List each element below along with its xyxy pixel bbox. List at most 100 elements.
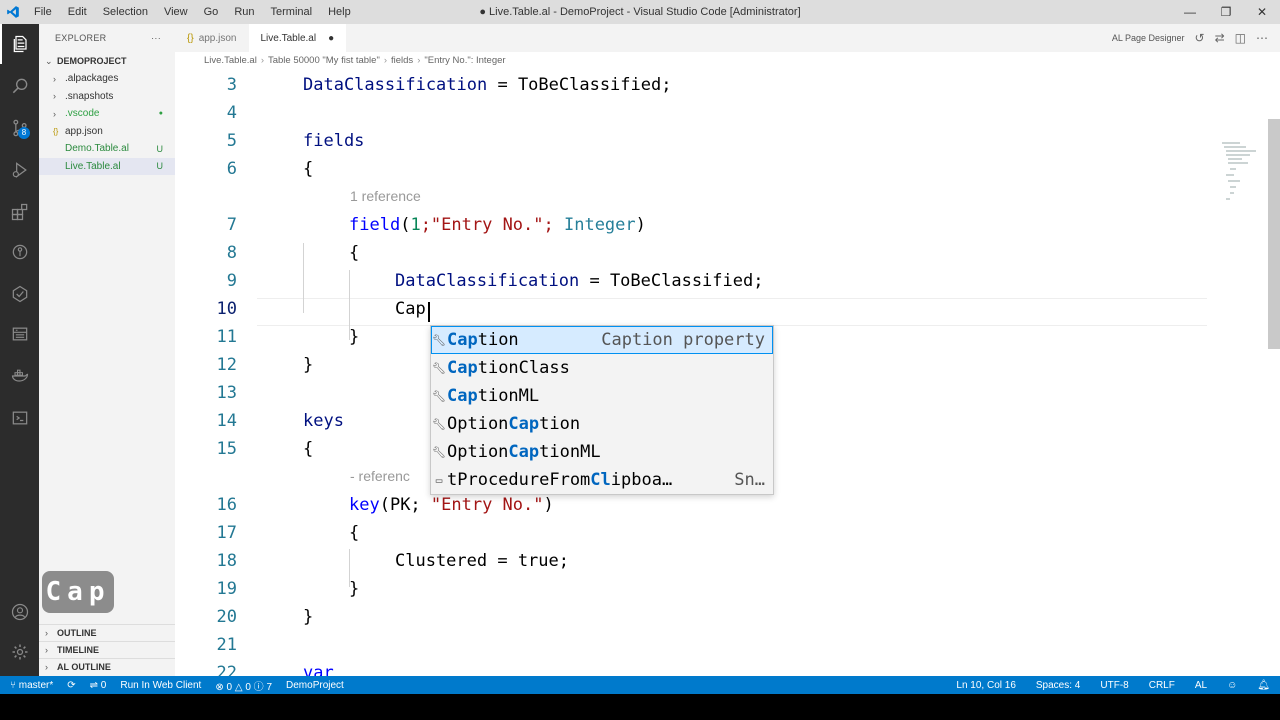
explorer-sidebar: EXPLORER ··· ⌄ DEMOPROJECT › .alpackages… [39, 24, 175, 676]
al-objects-icon[interactable] [0, 314, 39, 354]
more-actions-icon[interactable]: ··· [151, 33, 161, 43]
suggestion-item[interactable]: ▭ tProcedureFrom Cl ipboa… Sn… [431, 466, 773, 494]
menu-go[interactable]: Go [196, 0, 227, 24]
menu-run[interactable]: Run [226, 0, 262, 24]
title-bar: File Edit Selection View Go Run Terminal… [0, 0, 1280, 24]
sync-icon[interactable]: ⟳ [67, 680, 75, 691]
line-number: 21 [216, 635, 237, 655]
suggestion-widget: 🔧︎ Cap tion Caption property 🔧︎ Cap tionCl… [430, 325, 774, 495]
suggestion-item[interactable]: 🔧︎ Option Cap tionML [431, 438, 773, 466]
ports-status[interactable]: ⇌ 0 [90, 680, 107, 691]
line-number: 7 [226, 215, 237, 235]
tree-item-live-table[interactable]: Live.Table.al U [39, 157, 175, 175]
keystroke-overlay: Cap [42, 571, 114, 613]
outline-section[interactable]: › OUTLINE [39, 624, 175, 641]
vertical-scrollbar[interactable] [1268, 119, 1280, 349]
chevron-right-icon: › [53, 73, 56, 84]
testing-icon[interactable] [0, 274, 39, 314]
code-line-12: } [303, 355, 314, 375]
suggestion-item[interactable]: 🔧︎ Cap tion Caption property [431, 326, 773, 354]
suggestion-item[interactable]: 🔧︎ Cap tionClass [431, 354, 773, 382]
codelens-reference[interactable]: - referenc [350, 468, 410, 484]
tab-bar: {} app.json Live.Table.al ● AL Page Desi… [175, 24, 1280, 52]
section-label: OUTLINE [57, 628, 97, 638]
tree-item-label: .alpackages [65, 73, 119, 85]
branch-status[interactable]: ⑂ master* [10, 680, 53, 691]
minimize-button[interactable]: — [1172, 0, 1208, 24]
account-icon[interactable] [0, 592, 39, 632]
run-debug-icon[interactable] [0, 150, 39, 190]
compare-changes-icon[interactable]: ⇄ [1215, 31, 1225, 45]
breadcrumb-fields[interactable]: fields [391, 55, 413, 66]
indentation[interactable]: Spaces: 4 [1036, 680, 1080, 691]
error-icon: ⊗ [215, 681, 224, 693]
unsaved-dot-icon[interactable]: ● [328, 33, 334, 44]
codelens-reference[interactable]: 1 reference [350, 188, 421, 204]
line-number: 8 [226, 243, 237, 263]
line-number: 22 [216, 663, 237, 676]
property-wrench-icon: 🔧︎ [432, 361, 446, 375]
tree-item-snapshots[interactable]: › .snapshots [39, 88, 175, 106]
menu-selection[interactable]: Selection [95, 0, 156, 24]
gitlens-icon[interactable] [0, 232, 39, 272]
line-ending[interactable]: CRLF [1149, 680, 1175, 691]
docker-icon[interactable] [0, 356, 39, 396]
indent-guide [303, 243, 304, 313]
source-control-icon[interactable]: 8 [0, 108, 39, 148]
cursor-position[interactable]: Ln 10, Col 16 [956, 680, 1016, 691]
chevron-right-icon: › [45, 645, 48, 655]
code-line-17: { [349, 523, 360, 543]
tree-item-demo-table[interactable]: Demo.Table.al U [39, 140, 175, 158]
menu-edit[interactable]: Edit [60, 0, 95, 24]
line-number: 19 [216, 579, 237, 599]
project-status[interactable]: DemoProject [286, 680, 344, 691]
history-icon[interactable]: ↺ [1195, 31, 1205, 45]
warning-icon: △ [234, 681, 243, 693]
feedback-icon[interactable]: ☺ [1227, 680, 1237, 691]
letterbox-bar [0, 694, 1280, 720]
al-page-designer-button[interactable]: AL Page Designer [1112, 33, 1185, 43]
timeline-section[interactable]: › TIMELINE [39, 641, 175, 658]
explorer-icon[interactable] [0, 24, 39, 64]
breadcrumb-file[interactable]: Live.Table.al [204, 55, 257, 66]
run-web-client-button[interactable]: Run In Web Client [120, 680, 201, 691]
al-outline-section[interactable]: › AL OUTLINE [39, 658, 175, 675]
line-number: 6 [226, 159, 237, 179]
close-button[interactable]: ✕ [1244, 0, 1280, 24]
menu-view[interactable]: View [156, 0, 196, 24]
code-line-3: DataClassification = ToBeClassified; [303, 75, 672, 95]
tree-item-vscode[interactable]: › .vscode ● [39, 105, 175, 123]
menu-terminal[interactable]: Terminal [263, 0, 321, 24]
line-number: 13 [216, 383, 237, 403]
code-line-15: { [303, 439, 314, 459]
tab-live-table[interactable]: Live.Table.al ● [248, 24, 347, 52]
encoding[interactable]: UTF-8 [1100, 680, 1128, 691]
split-editor-icon[interactable]: ◫ [1235, 31, 1246, 45]
more-actions-icon[interactable]: ⋯ [1256, 31, 1268, 45]
problems-status[interactable]: ⊗ 0 △ 0 ⓘ 7 [215, 678, 272, 693]
menu-help[interactable]: Help [320, 0, 359, 24]
extensions-icon[interactable] [0, 192, 39, 232]
suggestion-item[interactable]: 🔧︎ Option Cap tion [431, 410, 773, 438]
line-number: 4 [226, 103, 237, 123]
breadcrumb-field[interactable]: "Entry No.": Integer [424, 55, 505, 66]
suggestion-detail: Caption property [601, 330, 765, 350]
remote-terminal-icon[interactable] [0, 398, 39, 438]
search-icon[interactable] [0, 66, 39, 106]
settings-gear-icon[interactable] [0, 632, 39, 672]
line-number: 18 [216, 551, 237, 571]
language-mode[interactable]: AL [1195, 680, 1207, 691]
json-file-icon: {} [53, 126, 59, 136]
menu-file[interactable]: File [26, 0, 60, 24]
breadcrumb-table[interactable]: Table 50000 "My fist table" [268, 55, 380, 66]
tree-item-label: app.json [65, 125, 103, 137]
modified-dot: ● [158, 110, 163, 118]
tree-item-alpackages[interactable]: › .alpackages [39, 70, 175, 88]
suggestion-item[interactable]: 🔧︎ Cap tionML [431, 382, 773, 410]
notifications-bell-icon[interactable]: 🔔︎ [1257, 680, 1270, 691]
tree-item-app-json[interactable]: {} app.json [39, 123, 175, 141]
restore-button[interactable]: ❐ [1208, 0, 1244, 24]
project-folder[interactable]: ⌄ DEMOPROJECT [39, 52, 175, 70]
tab-app-json[interactable]: {} app.json [175, 24, 249, 52]
minimap[interactable] [1220, 141, 1272, 211]
